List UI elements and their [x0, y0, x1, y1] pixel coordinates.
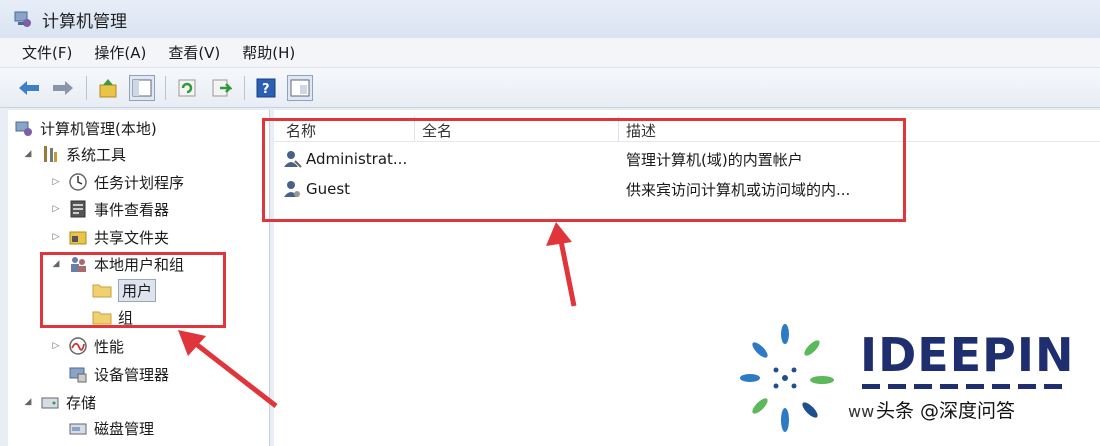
ideepin-logo-icon: [740, 324, 834, 432]
brand-name: IDEEPIN: [860, 328, 1075, 382]
brand-watermark: IDEEPIN ww 头条 @深度问答: [730, 312, 1100, 446]
watermark-url-fragment: ww: [848, 402, 875, 421]
arrow-to-local-users: [178, 330, 278, 408]
brand-underline-decoration: [862, 384, 1062, 389]
watermark-caption: 头条 @深度问答: [876, 400, 1016, 422]
arrow-to-user-list: [546, 222, 577, 307]
